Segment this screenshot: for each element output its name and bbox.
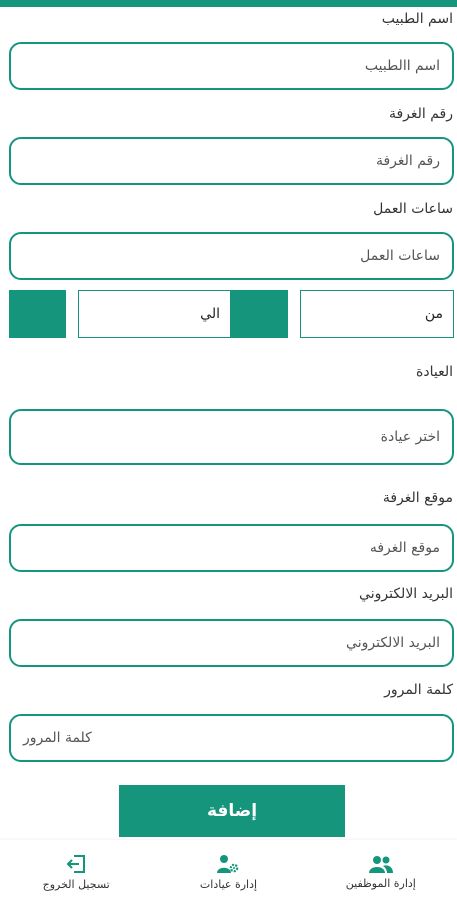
users-icon — [368, 855, 394, 873]
hours-to-label: الي — [200, 306, 220, 322]
add-button[interactable]: إضافة — [119, 785, 345, 837]
room-number-label: رقم الغرفة — [388, 106, 453, 122]
email-label: البريد الالكتروني — [359, 586, 453, 602]
nav-item-manage-staff[interactable]: إدارة الموظفين — [305, 840, 457, 900]
hours-from-label: من — [424, 306, 443, 322]
nav-label-logout: تسجيل الخروج — [42, 877, 110, 891]
bottom-navigation: تسجيل الخروج إدارة عيادات إدارة الموظفين — [0, 840, 457, 900]
room-location-field[interactable]: موقع الغرفه — [9, 524, 454, 572]
hours-to-field[interactable]: الي — [78, 290, 231, 338]
hours-to-picker-button[interactable] — [9, 290, 66, 338]
password-field[interactable]: كلمة المرور — [9, 714, 454, 762]
clinic-label: العيادة — [416, 364, 453, 380]
nav-item-manage-clinics[interactable]: إدارة عيادات — [152, 840, 304, 900]
add-doctor-page: اسم الطبيب اسم االطبيب رقم الغرفة رقم ال… — [0, 0, 457, 900]
user-gear-icon — [216, 854, 240, 874]
work-hours-field[interactable]: ساعات العمل — [9, 232, 454, 280]
room-location-label: موقع الغرفة — [382, 490, 453, 506]
status-bar-accent — [0, 0, 457, 7]
password-label: كلمة المرور — [384, 682, 453, 698]
nav-label-manage-clinics: إدارة عيادات — [199, 877, 258, 891]
work-hours-label: ساعات العمل — [373, 201, 453, 217]
hours-from-field[interactable]: من — [300, 290, 454, 338]
doctor-name-label: اسم الطبيب — [381, 11, 453, 27]
nav-item-logout[interactable]: تسجيل الخروج — [0, 840, 152, 900]
doctor-name-field[interactable]: اسم االطبيب — [9, 42, 454, 90]
hours-from-picker-button[interactable] — [231, 290, 288, 338]
room-number-field[interactable]: رقم الغرفة — [9, 137, 454, 185]
clinic-select[interactable]: اختر عيادة — [9, 409, 454, 465]
email-field[interactable]: البريد الالكتروني — [9, 619, 454, 667]
logout-icon — [65, 854, 87, 874]
password-placeholder: كلمة المرور — [23, 730, 92, 746]
nav-label-manage-staff: إدارة الموظفين — [345, 876, 416, 890]
